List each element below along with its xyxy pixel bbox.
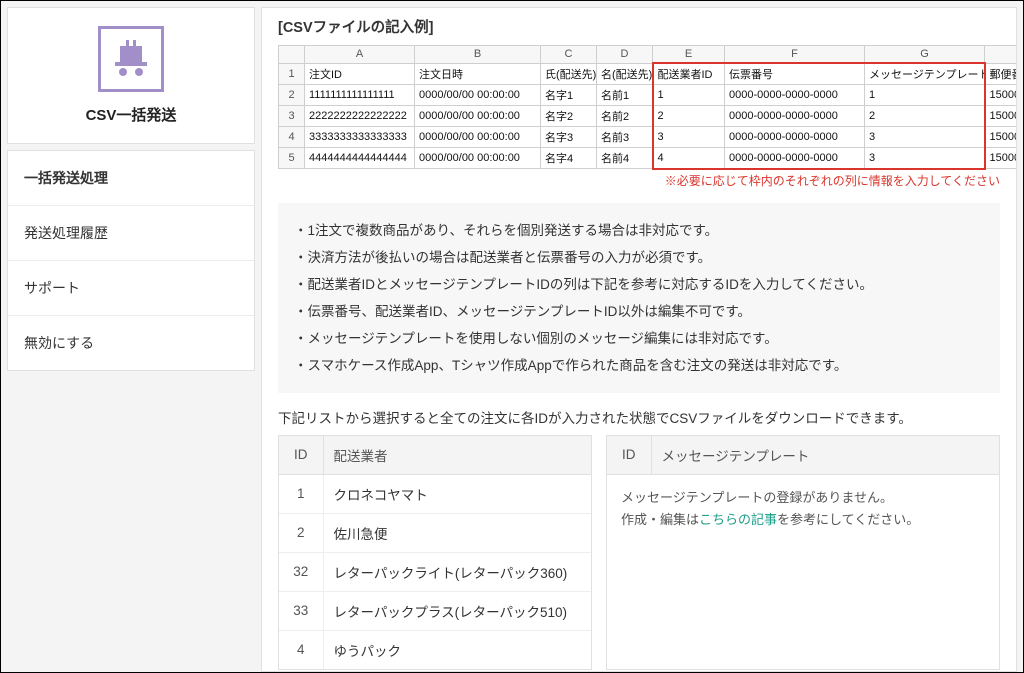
info-bullet: ・スマホケース作成App、Tシャツ作成Appで作られた商品を含む注文の発送は非対… — [294, 352, 984, 379]
templates-help-link[interactable]: こちらの記事 — [699, 512, 777, 527]
info-bullet: ・メッセージテンプレートを使用しない個別のメッセージ編集には非対応です。 — [294, 325, 984, 352]
nav-item-disable[interactable]: 無効にする — [8, 316, 254, 370]
templates-empty-message: メッセージテンプレートの登録がありません。 作成・編集はこちらの記事を参考にして… — [607, 475, 999, 543]
nav-item-history[interactable]: 発送処理履歴 — [8, 206, 254, 261]
sidebar: CSV一括発送 一括発送処理 発送処理履歴 サポート 無効にする — [7, 7, 255, 672]
templates-col-id: ID — [607, 436, 651, 475]
carriers-col-id: ID — [279, 436, 323, 475]
id-tables-row: ID 配送業者 1 クロネコヤマト 2 佐川急便 — [278, 435, 1000, 670]
carrier-row[interactable]: 32 レターパックライト(レターパック360) — [279, 552, 591, 591]
carrier-row[interactable]: 2 佐川急便 — [279, 513, 591, 552]
carrier-row[interactable]: 4 ゆうパック — [279, 630, 591, 669]
sheet-row: 2 1111111111111111 0000/00/00 00:00:00 名… — [279, 85, 1018, 106]
templates-col-name: メッセージテンプレート — [651, 436, 999, 475]
templates-panel: ID メッセージテンプレート メッセージテンプレートの登録がありません。 作成・… — [606, 435, 1000, 670]
below-note: 下記リストから選択すると全ての注文に各IDが入力された状態でCSVファイルをダウ… — [278, 407, 1000, 427]
csv-example-title: [CSVファイルの記入例] — [278, 16, 1000, 37]
sheet-row: 4 3333333333333333 0000/00/00 00:00:00 名… — [279, 127, 1018, 148]
nav-item-support[interactable]: サポート — [8, 261, 254, 316]
info-bullet: ・決済方法が後払いの場合は配送業者と伝票番号の入力が必須です。 — [294, 244, 984, 271]
cart-icon — [111, 40, 151, 78]
sheet-col-letters: A B C D E F G — [279, 46, 1018, 64]
app-frame: CSV一括発送 一括発送処理 発送処理履歴 サポート 無効にする [CSVファイ… — [0, 0, 1024, 673]
sheet-header-row: 1 注文ID 注文日時 氏(配送先) 名(配送先) 配送業者ID 伝票番号 メッ… — [279, 63, 1018, 85]
info-box: ・1注文で複数商品があり、それらを個別発送する場合は非対応です。 ・決済方法が後… — [278, 203, 1000, 393]
app-logo — [98, 26, 164, 92]
sidebar-header: CSV一括発送 — [7, 7, 255, 144]
main-panel: [CSVファイルの記入例] A — [261, 7, 1017, 672]
red-note: ※必要に応じて枠内のそれぞれの列に情報を入力してください — [278, 172, 1000, 189]
app-title: CSV一括発送 — [18, 104, 244, 125]
nav-item-bulk-ship[interactable]: 一括発送処理 — [8, 151, 254, 206]
carriers-panel: ID 配送業者 1 クロネコヤマト 2 佐川急便 — [278, 435, 592, 670]
csv-example-sheet: A B C D E F G 1 注文ID 注文日時 氏 — [278, 45, 1000, 189]
sheet-row: 5 4444444444444444 0000/00/00 00:00:00 名… — [279, 148, 1018, 169]
carrier-row[interactable]: 33 レターパックプラス(レターパック510) — [279, 591, 591, 630]
sidebar-nav: 一括発送処理 発送処理履歴 サポート 無効にする — [7, 150, 255, 371]
carrier-row[interactable]: 1 クロネコヤマト — [279, 474, 591, 513]
carriers-col-name: 配送業者 — [323, 436, 591, 475]
info-bullet: ・配送業者IDとメッセージテンプレートIDの列は下記を参考に対応するIDを入力し… — [294, 271, 984, 298]
sheet-row: 3 2222222222222222 0000/00/00 00:00:00 名… — [279, 106, 1018, 127]
info-bullet: ・1注文で複数商品があり、それらを個別発送する場合は非対応です。 — [294, 217, 984, 244]
info-bullet: ・伝票番号、配送業者ID、メッセージテンプレートID以外は編集不可です。 — [294, 298, 984, 325]
